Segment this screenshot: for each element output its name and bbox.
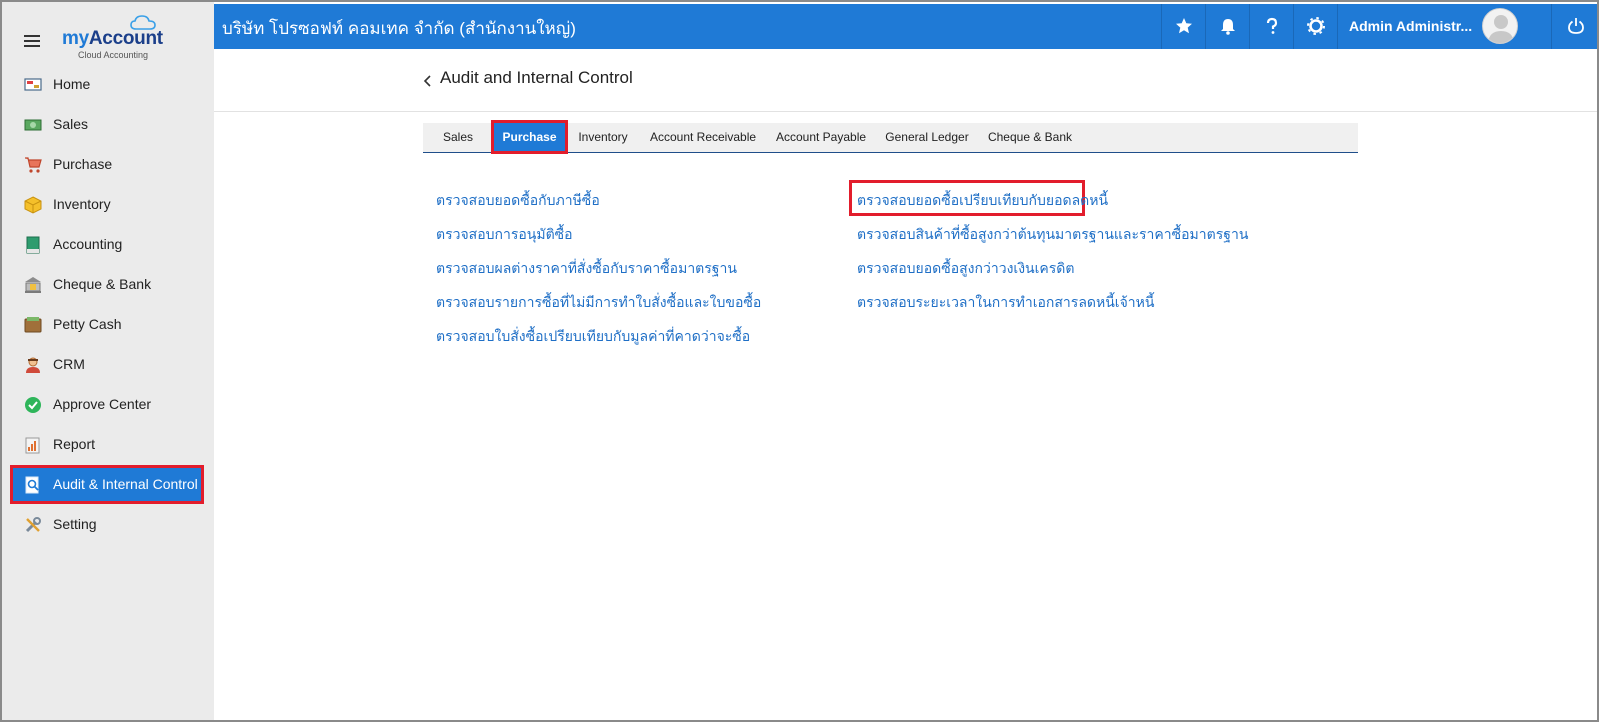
logo-prefix: my bbox=[62, 28, 89, 49]
sidebar-item-label: Report bbox=[53, 436, 96, 452]
top-bar: บริษัท โปรซอฟท์ คอมเทค จำกัด (สำนักงานให… bbox=[214, 4, 1597, 49]
sidebar-item-label: CRM bbox=[53, 356, 85, 372]
sidebar-item-label: Approve Center bbox=[53, 396, 152, 412]
sidebar-item-label: Setting bbox=[53, 516, 97, 532]
tab-account-receivable[interactable]: Account Receivable bbox=[647, 123, 759, 152]
sidebar: myAccount Cloud Accounting Home Sales Pu… bbox=[2, 2, 214, 720]
link-no-po-pr[interactable]: ตรวจสอบรายการซื้อที่ไม่มีการทำใบสั่งซื้อ… bbox=[436, 292, 761, 314]
tab-account-payable[interactable]: Account Payable bbox=[773, 123, 869, 152]
people-icon bbox=[26, 357, 40, 373]
page-title: Audit and Internal Control bbox=[440, 68, 633, 87]
link-purchase-vs-debit-note[interactable]: ตรวจสอบยอดซื้อเปรียบเทียบกับยอดลดหนี้ bbox=[857, 190, 1108, 212]
tab-purchase[interactable]: Purchase bbox=[491, 120, 568, 154]
link-po-vs-expected[interactable]: ตรวจสอบใบสั่งซื้อเปรียบเทียบกับมูลค่าที่… bbox=[436, 326, 750, 348]
sidebar-item-label: Accounting bbox=[53, 236, 123, 252]
bell-icon bbox=[1221, 19, 1235, 35]
sidebar-item-petty-cash[interactable]: Petty Cash bbox=[2, 305, 214, 345]
settings-button[interactable] bbox=[1293, 4, 1337, 49]
gear-icon bbox=[1307, 17, 1325, 35]
sidebar-nav: Home Sales Purchase Inventory Accounting… bbox=[2, 65, 214, 545]
sidebar-item-label: Petty Cash bbox=[53, 316, 122, 332]
sidebar-item-home[interactable]: Home bbox=[2, 65, 214, 105]
sidebar-item-label: Inventory bbox=[53, 196, 111, 212]
wallet-icon bbox=[24, 317, 42, 333]
sidebar-item-report[interactable]: Report bbox=[2, 425, 214, 465]
app-window: myAccount Cloud Accounting Home Sales Pu… bbox=[0, 0, 1599, 722]
tab-general-ledger[interactable]: General Ledger bbox=[883, 123, 971, 152]
sidebar-item-inventory[interactable]: Inventory bbox=[2, 185, 214, 225]
link-purchase-vs-tax[interactable]: ตรวจสอบยอดซื้อกับภาษีซื้อ bbox=[436, 190, 600, 212]
company-name: บริษัท โปรซอฟท์ คอมเทค จำกัด (สำนักงานให… bbox=[222, 19, 576, 38]
tab-cheque-bank[interactable]: Cheque & Bank bbox=[985, 123, 1075, 152]
sidebar-item-label: Audit & Internal Control bbox=[53, 476, 198, 492]
sidebar-item-label: Purchase bbox=[53, 156, 113, 172]
question-icon bbox=[1266, 17, 1278, 34]
user-name: Admin Administr... bbox=[1349, 18, 1473, 34]
book-icon bbox=[26, 236, 40, 254]
cash-icon bbox=[24, 119, 42, 131]
link-debit-note-duration[interactable]: ตรวจสอบระยะเวลาในการทำเอกสารลดหนี้เจ้าหน… bbox=[857, 292, 1154, 314]
sidebar-item-label: Cheque & Bank bbox=[53, 276, 152, 292]
avatar[interactable] bbox=[1482, 8, 1518, 44]
sidebar-item-sales[interactable]: Sales bbox=[2, 105, 214, 145]
bank-icon bbox=[25, 277, 41, 293]
notifications-button[interactable] bbox=[1205, 4, 1249, 49]
link-price-variance[interactable]: ตรวจสอบผลต่างราคาที่สั่งซื้อกับราคาซื้อม… bbox=[436, 258, 737, 280]
audit-icon bbox=[25, 476, 39, 494]
tab-bar: Sales Purchase Inventory Account Receiva… bbox=[423, 120, 1358, 154]
logout-button[interactable] bbox=[1551, 4, 1597, 49]
page-header: Audit and Internal Control bbox=[214, 49, 1597, 112]
report-icon bbox=[25, 437, 40, 454]
sidebar-item-label: Sales bbox=[53, 116, 89, 132]
sidebar-item-accounting[interactable]: Accounting bbox=[2, 225, 214, 265]
favorites-button[interactable] bbox=[1161, 4, 1205, 49]
menu-icon[interactable] bbox=[24, 35, 40, 47]
tab-sales[interactable]: Sales bbox=[429, 123, 487, 152]
sidebar-item-purchase[interactable]: Purchase bbox=[2, 145, 214, 185]
box-icon bbox=[24, 196, 42, 214]
link-over-credit-limit[interactable]: ตรวจสอบยอดซื้อสูงกว่าวงเงินเครดิต bbox=[857, 258, 1074, 280]
sidebar-item-cheque-bank[interactable]: Cheque & Bank bbox=[2, 265, 214, 305]
logo-subtitle: Cloud Accounting bbox=[78, 50, 149, 60]
link-purchase-approval[interactable]: ตรวจสอบการอนุมัติซื้อ bbox=[436, 224, 573, 246]
user-menu[interactable]: Admin Administr... bbox=[1337, 4, 1551, 49]
tab-inventory[interactable]: Inventory bbox=[573, 123, 633, 152]
sidebar-item-audit-internal-control[interactable]: Audit & Internal Control bbox=[2, 465, 214, 505]
sidebar-item-approve-center[interactable]: Approve Center bbox=[2, 385, 214, 425]
star-icon bbox=[1176, 18, 1192, 34]
power-icon bbox=[1568, 18, 1584, 34]
chevron-left-icon[interactable] bbox=[422, 74, 434, 88]
logo: myAccount Cloud Accounting bbox=[62, 14, 172, 62]
main-content: Audit and Internal Control Sales Purchas… bbox=[214, 49, 1597, 720]
check-circle-icon bbox=[25, 397, 41, 413]
home-icon bbox=[24, 78, 42, 91]
link-above-standard-cost[interactable]: ตรวจสอบสินค้าที่ซื้อสูงกว่าต้นทุนมาตรฐาน… bbox=[857, 224, 1248, 246]
cart-icon bbox=[25, 157, 42, 173]
user-icon bbox=[1488, 15, 1514, 43]
logo-main: Account bbox=[88, 28, 163, 49]
help-button[interactable] bbox=[1249, 4, 1293, 49]
sidebar-item-setting[interactable]: Setting bbox=[2, 505, 214, 545]
tools-icon bbox=[25, 517, 41, 533]
sidebar-item-crm[interactable]: CRM bbox=[2, 345, 214, 385]
sidebar-item-label: Home bbox=[53, 76, 91, 92]
